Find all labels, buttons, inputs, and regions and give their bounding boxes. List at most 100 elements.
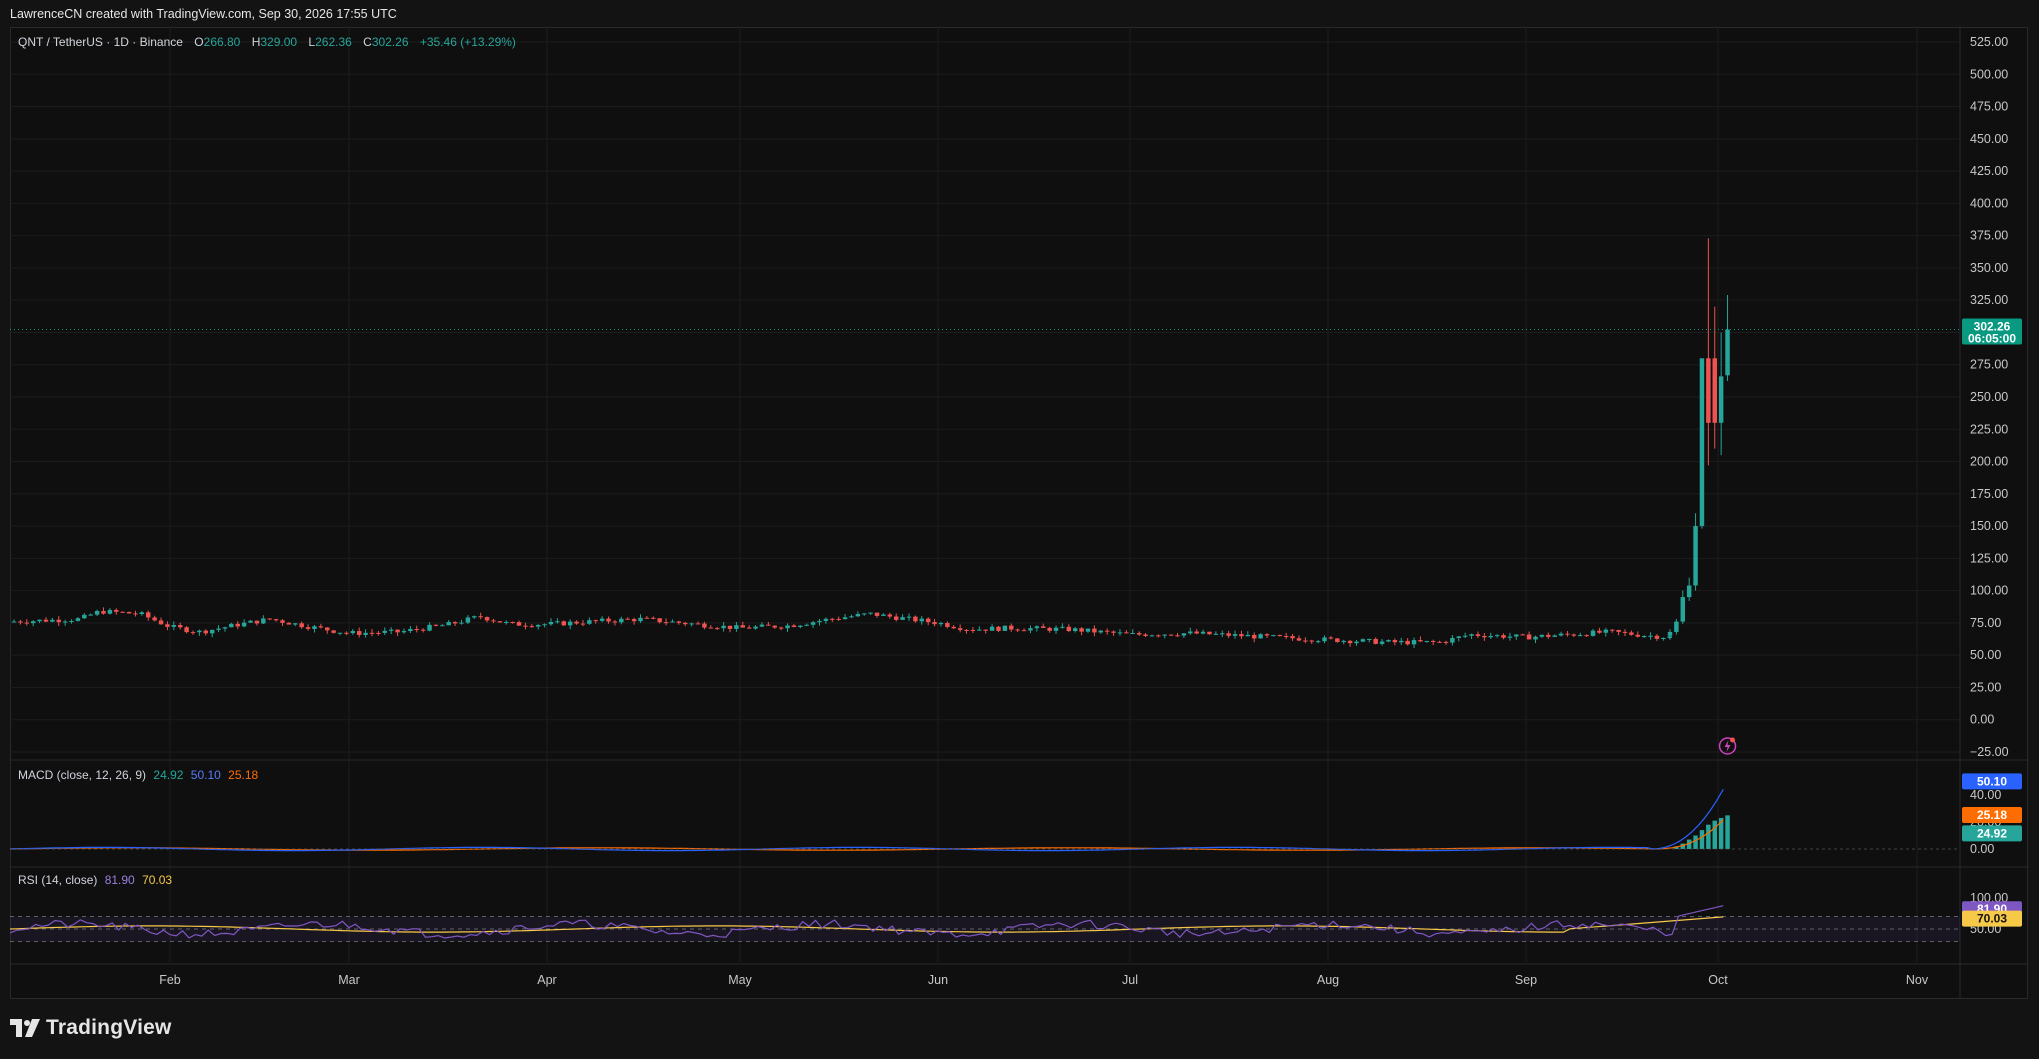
- candle-body: [1603, 629, 1609, 633]
- candle-body: [1693, 526, 1698, 586]
- candle-body: [504, 621, 509, 623]
- candle-body: [356, 631, 362, 635]
- candle-body: [261, 618, 266, 624]
- price-tick-label: 75.00: [1970, 616, 2001, 630]
- price-tick-label: 450.00: [1970, 132, 2008, 146]
- candle-body: [810, 622, 816, 625]
- candle-body: [766, 624, 771, 626]
- candle-body: [1501, 635, 1506, 638]
- price-tick-label: 525.00: [1970, 35, 2008, 49]
- candle-body: [1609, 629, 1615, 631]
- candle-body: [1546, 634, 1551, 637]
- candle-body: [695, 623, 701, 625]
- symbol-title[interactable]: QNT / TetherUS · 1D · Binance: [18, 35, 183, 49]
- candle-body: [190, 632, 196, 634]
- candle-body: [293, 623, 298, 625]
- candle-body: [305, 627, 311, 629]
- footer-brand[interactable]: TradingView: [10, 1012, 172, 1044]
- candle-body: [1712, 358, 1717, 423]
- candle-body: [625, 618, 630, 620]
- candle-body: [644, 617, 650, 619]
- candle-body: [382, 630, 388, 633]
- candle-body: [638, 617, 643, 622]
- chart-canvas[interactable]: 525.00 500.00 475.00 450.00 425.00 400.00 375.…: [10, 27, 2028, 999]
- candle-body: [1725, 329, 1730, 376]
- macd-histogram-bar: [1706, 824, 1711, 849]
- macd-hist-value: 24.92: [153, 768, 184, 782]
- candle-body: [651, 617, 656, 619]
- candle-body: [612, 621, 618, 623]
- candle-body: [951, 626, 956, 629]
- candle-body: [593, 620, 598, 622]
- candle-body: [1482, 635, 1487, 638]
- candle-body: [427, 624, 432, 631]
- candle-body: [203, 630, 209, 634]
- price-axis[interactable]: 525.00 500.00 475.00 450.00 425.00 400.00 375.…: [1970, 35, 2009, 759]
- candle-body: [1053, 627, 1059, 631]
- candle-body: [1520, 634, 1525, 636]
- candle-body: [1462, 635, 1468, 637]
- candle-body: [1379, 641, 1385, 644]
- candle-body: [107, 609, 113, 614]
- candle-body: [1411, 640, 1417, 645]
- candle-body: [555, 621, 560, 623]
- candle-body: [101, 611, 106, 614]
- candle-body: [1680, 597, 1686, 622]
- candle-body: [1283, 635, 1289, 637]
- candle-body: [1367, 638, 1372, 640]
- candle-body: [1277, 635, 1283, 637]
- candle-body: [1296, 638, 1302, 641]
- candle-body: [1584, 635, 1589, 637]
- macd-histogram-bar: [1699, 830, 1705, 849]
- candle-body: [376, 632, 381, 634]
- candle-body: [1622, 631, 1628, 633]
- candle-body: [1552, 635, 1557, 637]
- candle-body: [836, 618, 841, 620]
- change-value: +35.46 (+13.29%): [419, 35, 516, 49]
- candle-body: [874, 612, 880, 616]
- candle-body: [1188, 631, 1193, 634]
- price-tick-label: 175.00: [1970, 487, 2008, 501]
- time-axis[interactable]: Feb Mar Apr May Jun Jul Aug Sep Oct Nov: [159, 973, 1929, 987]
- price-tick-label: 50.00: [1970, 648, 2001, 662]
- candle-body: [1175, 635, 1180, 637]
- candle-body: [1686, 585, 1692, 598]
- candle-body: [1443, 641, 1449, 643]
- candle-body: [1264, 634, 1270, 636]
- time-tick-label: Aug: [1317, 973, 1339, 987]
- candle-body: [542, 624, 547, 626]
- candle-body: [280, 620, 285, 623]
- price-tick-label: 150.00: [1970, 519, 2008, 533]
- candle-body: [1328, 637, 1334, 639]
- rsi-title[interactable]: RSI (14, close): [18, 873, 97, 887]
- candle-body: [1654, 635, 1660, 639]
- candle-body: [510, 621, 515, 623]
- time-tick-label: Jun: [928, 973, 948, 987]
- candle-body: [452, 622, 458, 624]
- candle-body: [746, 627, 752, 629]
- candle-body: [408, 629, 413, 632]
- candle-body: [989, 626, 995, 631]
- candle-body: [964, 629, 969, 631]
- candle-body: [235, 623, 240, 627]
- candle-body: [1667, 631, 1673, 636]
- candle-body: [925, 618, 931, 623]
- candle-body: [1271, 635, 1276, 637]
- candle-body: [855, 613, 861, 617]
- candle-body: [683, 622, 688, 625]
- candle-body: [62, 621, 68, 623]
- candle-body: [1072, 628, 1078, 632]
- macd-tick-label: 0.00: [1970, 842, 1994, 856]
- grid: [10, 27, 2028, 999]
- candle-body: [817, 620, 822, 623]
- candle-body: [849, 616, 854, 618]
- candle-body: [516, 622, 522, 626]
- candle-body: [1315, 641, 1321, 643]
- candle-body: [1156, 635, 1161, 637]
- macd-title[interactable]: MACD (close, 12, 26, 9): [18, 768, 146, 782]
- candle-body: [1597, 630, 1602, 633]
- candle-body: [1565, 633, 1570, 635]
- macd-line-value: 50.10: [190, 768, 221, 782]
- candle-body: [1232, 634, 1238, 636]
- candle-body: [152, 617, 157, 621]
